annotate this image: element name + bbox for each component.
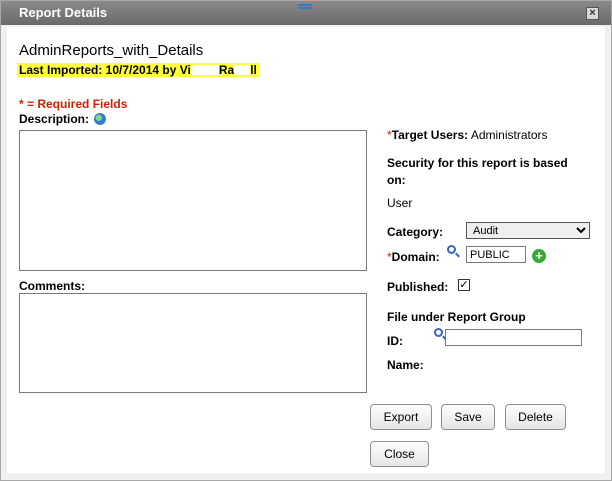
report-name: AdminReports_with_Details [19, 42, 204, 59]
category-label: Category: [387, 225, 444, 239]
dialog-title: Report Details [19, 5, 108, 20]
category-select[interactable]: Audit [466, 222, 590, 239]
published-checkbox[interactable]: ✓ [458, 279, 470, 291]
id-label: ID: [387, 334, 403, 348]
description-label: Description: [19, 112, 107, 126]
imported-by-part: ll [250, 63, 257, 77]
comments-label: Comments: [19, 279, 86, 293]
name-label: Name: [387, 358, 424, 372]
redacted-block [234, 65, 251, 75]
delete-button[interactable]: Delete [505, 404, 566, 430]
domain-input[interactable] [466, 246, 526, 263]
report-details-dialog: Report Details × AdminReports_with_Detai… [0, 0, 612, 481]
domain-label-row: *Domain: [387, 250, 440, 264]
id-input[interactable] [445, 329, 582, 346]
last-imported-text: Last Imported: 10/7/2014 by Vi [19, 63, 191, 77]
target-users-value: Administrators [470, 128, 548, 142]
imported-by-part: Ra [218, 63, 235, 77]
redacted-block [190, 65, 219, 75]
search-icon[interactable] [434, 328, 443, 337]
file-under-report-group-label: File under Report Group [387, 310, 526, 324]
drag-handle-icon[interactable] [298, 4, 312, 9]
export-button[interactable]: Export [370, 404, 432, 430]
security-value: User [387, 196, 413, 210]
globe-icon[interactable] [94, 113, 107, 125]
domain-label: Domain: [391, 250, 440, 264]
target-users-label: Target Users: [391, 128, 469, 142]
security-note: Security for this report is based on: [387, 156, 568, 187]
target-users-row: *Target Users: Administrators [387, 128, 548, 142]
required-fields-note: * = Required Fields [19, 97, 128, 111]
description-textarea[interactable] [19, 130, 367, 271]
last-imported-info: Last Imported: 10/7/2014 by Vi Ra ll [17, 63, 259, 77]
close-button[interactable]: Close [370, 441, 429, 467]
save-button[interactable]: Save [441, 404, 495, 430]
add-icon[interactable]: + [532, 249, 546, 263]
description-label-text: Description: [19, 112, 90, 126]
close-icon[interactable]: × [586, 7, 599, 20]
dialog-content: AdminReports_with_Details Last Imported:… [7, 27, 605, 473]
search-icon[interactable] [447, 245, 456, 254]
comments-textarea[interactable] [19, 293, 367, 393]
dialog-title-bar[interactable]: Report Details × [1, 1, 611, 25]
published-label: Published: [387, 280, 449, 294]
